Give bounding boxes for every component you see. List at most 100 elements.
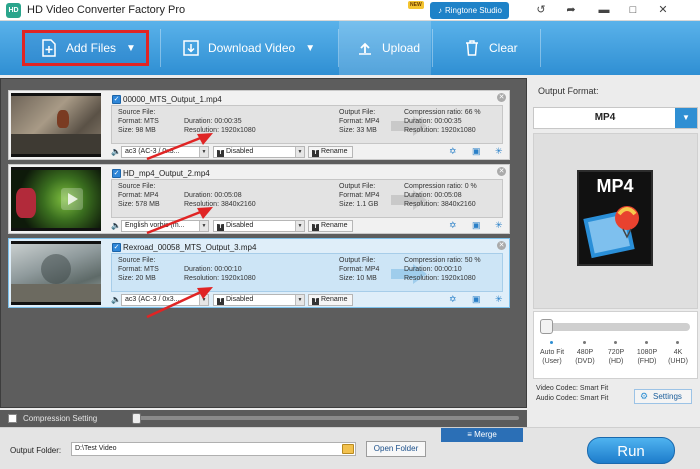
quality-option[interactable]: Auto Fit (User) (537, 348, 567, 366)
file-checkbox[interactable]: ✓ (112, 169, 121, 178)
compression-checkbox[interactable] (8, 414, 17, 423)
file-list: ✓ 00000_MTS_Output_1.mp4 ✕ Source File: … (0, 78, 527, 408)
video-thumbnail[interactable] (11, 241, 101, 305)
audio-codec: Audio Codec: Smart Fit (536, 395, 609, 402)
chevron-down-icon[interactable]: ▼ (126, 43, 136, 54)
run-button[interactable]: Run (587, 437, 675, 464)
output-format-label: Output Format: (538, 86, 599, 96)
compression-slider-track[interactable] (137, 416, 519, 420)
output-format-value: MP4 (594, 112, 616, 123)
quality-option-sub: (HD) (608, 358, 624, 365)
video-thumbnail[interactable] (11, 167, 101, 231)
subtitle-value: Disabled (226, 296, 254, 303)
quality-option-name: 480P (576, 349, 594, 356)
rename-button[interactable]: T Rename (308, 220, 353, 232)
compression-ratio: Compression ratio: 50 % (404, 257, 481, 264)
effects-icon[interactable]: ✳ (495, 220, 503, 231)
effects-icon[interactable]: ✳ (495, 294, 503, 305)
minimize-button[interactable]: ▬ (593, 2, 615, 19)
file-name: 00000_MTS_Output_1.mp4 (123, 95, 222, 104)
back-icon[interactable]: ↺ (530, 2, 552, 19)
annotation-arrow-icon (146, 207, 213, 235)
output-label: Output File: (339, 183, 376, 190)
remove-file-icon[interactable]: ✕ (497, 93, 506, 102)
output-folder-field[interactable]: D:\Test Video (71, 442, 356, 456)
add-files-button[interactable]: Add Files ▼ (40, 21, 136, 75)
output-duration: Duration: 00:00:10 (404, 266, 462, 273)
compression-ratio: Compression ratio: 0 % (404, 183, 477, 190)
quality-option[interactable]: 4K (UHD) (663, 348, 693, 366)
maximize-button[interactable]: □ (622, 2, 644, 19)
quality-tick (676, 341, 679, 344)
cut-icon[interactable]: ✡ (449, 220, 457, 231)
effects-icon[interactable]: ✳ (495, 146, 503, 157)
chevron-down-icon[interactable]: ▼ (295, 295, 304, 305)
format-preview[interactable]: MP4 (533, 133, 698, 309)
list-item[interactable]: ✓ HD_mp4_Output_2.mp4 ✕ Source File: For… (8, 164, 510, 234)
toolbar-divider (338, 29, 339, 67)
quality-tick (645, 341, 648, 344)
compression-slider-handle[interactable] (132, 413, 141, 424)
open-folder-button[interactable]: Open Folder (366, 441, 426, 457)
chevron-down-icon[interactable]: ▼ (295, 147, 304, 157)
output-folder-value: D:\Test Video (75, 445, 117, 452)
window-title: HD Video Converter Factory Pro (27, 4, 186, 16)
remove-file-icon[interactable]: ✕ (497, 167, 506, 176)
file-checkbox[interactable]: ✓ (112, 243, 121, 252)
list-item[interactable]: ✓ 00000_MTS_Output_1.mp4 ✕ Source File: … (8, 90, 510, 160)
output-resolution: Resolution: 1920x1080 (404, 127, 476, 134)
close-button[interactable]: ✕ (652, 2, 674, 19)
remove-file-icon[interactable]: ✕ (497, 241, 506, 250)
quality-option-name: Auto Fit (539, 349, 565, 356)
toolbar-divider (432, 29, 433, 67)
folder-icon[interactable] (342, 444, 354, 454)
quality-option[interactable]: 720P (HD) (601, 348, 631, 366)
rename-label: Rename (321, 148, 348, 155)
bell-icon: ♪ (438, 6, 442, 15)
subtitle-select[interactable]: T Disabled ▼ (213, 220, 305, 232)
compression-setting-bar: Compression Setting (0, 410, 527, 427)
toolbar-divider (540, 29, 541, 67)
crop-icon[interactable]: ▣ (472, 294, 481, 305)
upload-button[interactable]: Upload (356, 21, 420, 75)
upload-icon (356, 39, 374, 57)
output-duration: Duration: 00:05:08 (404, 192, 462, 199)
share-icon[interactable]: ➦ (560, 2, 582, 19)
file-checkbox[interactable]: ✓ (112, 95, 121, 104)
list-item[interactable]: ✓ Rexroad_00058_MTS_Output_3.mp4 ✕ Sourc… (8, 238, 510, 308)
bottom-bar: ≡ Merge Output Folder: D:\Test Video Ope… (0, 427, 700, 469)
rename-button[interactable]: T Rename (308, 146, 353, 158)
crop-icon[interactable]: ▣ (472, 146, 481, 157)
subtitle-value: Disabled (226, 222, 254, 229)
chevron-down-icon[interactable]: ▼ (305, 43, 315, 54)
cut-icon[interactable]: ✡ (449, 294, 457, 305)
video-codec: Video Codec: Smart Fit (536, 385, 609, 392)
quality-option[interactable]: 480P (DVD) (570, 348, 600, 366)
clear-button[interactable]: Clear (463, 21, 518, 75)
source-label: Source File: (118, 257, 156, 264)
subtitle-select[interactable]: T Disabled ▼ (213, 146, 305, 158)
output-size: Size: 1.1 GB (339, 201, 379, 208)
app-logo: HD (6, 3, 21, 18)
download-video-button[interactable]: Download Video ▼ (182, 21, 315, 75)
clear-label: Clear (489, 41, 518, 55)
output-format-select[interactable]: MP4 ▼ (533, 107, 698, 129)
crop-icon[interactable]: ▣ (472, 220, 481, 231)
quality-option-name: 720P (607, 349, 625, 356)
subtitle-select[interactable]: T Disabled ▼ (213, 294, 305, 306)
cut-icon[interactable]: ✡ (449, 146, 457, 157)
settings-button[interactable]: ⚙ Settings (634, 389, 692, 404)
quality-option-name: 4K (673, 349, 683, 356)
source-duration: Duration: 00:00:10 (184, 266, 242, 273)
chevron-down-icon[interactable]: ▼ (675, 108, 697, 128)
rename-button[interactable]: T Rename (308, 294, 353, 306)
quality-option[interactable]: 1080P (FHD) (632, 348, 662, 366)
ringtone-studio-button[interactable]: ♪ Ringtone Studio (430, 2, 509, 19)
quality-slider-track[interactable] (544, 323, 690, 331)
quality-slider-handle[interactable] (540, 319, 553, 334)
merge-button[interactable]: ≡ Merge (441, 428, 523, 442)
quality-slider-panel: Auto Fit (User) 480P (DVD) 720P (HD) 1080P (… (533, 311, 698, 379)
rename-icon: T (312, 150, 319, 157)
chevron-down-icon[interactable]: ▼ (295, 221, 304, 231)
video-thumbnail[interactable] (11, 93, 101, 157)
